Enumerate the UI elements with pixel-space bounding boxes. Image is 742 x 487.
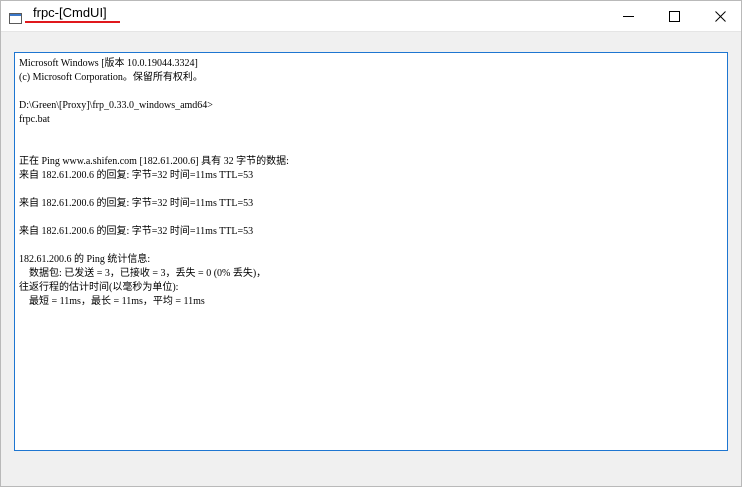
- console-output[interactable]: Microsoft Windows [版本 10.0.19044.3324] (…: [14, 52, 728, 451]
- console-line: 来自 182.61.200.6 的回复: 字节=32 时间=11ms TTL=5…: [19, 198, 254, 209]
- console-line: (c) Microsoft Corporation。保留所有权利。: [19, 72, 203, 83]
- console-line: Microsoft Windows [版本 10.0.19044.3324]: [19, 58, 198, 69]
- console-line: 来自 182.61.200.6 的回复: 字节=32 时间=11ms TTL=5…: [19, 226, 254, 237]
- console-line: 往返行程的估计时间(以毫秒为单位):: [19, 282, 179, 293]
- console-line: 最短 = 11ms，最长 = 11ms，平均 = 11ms: [19, 296, 205, 307]
- console-line: 正在 Ping www.a.shifen.com [182.61.200.6] …: [19, 156, 289, 167]
- console-line: 数据包: 已发送 = 3，已接收 = 3，丢失 = 0 (0% 丢失)，: [19, 268, 267, 279]
- console-line: 182.61.200.6 的 Ping 统计信息:: [19, 254, 151, 265]
- close-button[interactable]: [697, 1, 742, 31]
- window-app-icon: [9, 9, 22, 24]
- app-window: frpc-[CmdUI] Microsoft Windows [版本 10.0.…: [0, 0, 742, 487]
- close-icon: [714, 10, 726, 22]
- window-title: frpc-[CmdUI]: [33, 5, 107, 20]
- minimize-button[interactable]: [605, 1, 651, 31]
- minimize-icon: [622, 11, 634, 22]
- title-bar[interactable]: frpc-[CmdUI]: [1, 1, 741, 32]
- console-lines: Microsoft Windows [版本 10.0.19044.3324] (…: [19, 57, 289, 309]
- maximize-button[interactable]: [651, 1, 697, 31]
- maximize-icon: [668, 10, 680, 22]
- console-line: 来自 182.61.200.6 的回复: 字节=32 时间=11ms TTL=5…: [19, 170, 254, 181]
- status-bar: [1, 460, 741, 486]
- title-annotation-underline: [25, 21, 120, 23]
- console-line: D:\Green\[Proxy]\frp_0.33.0_windows_amd6…: [19, 100, 213, 111]
- console-line: frpc.bat: [19, 114, 50, 125]
